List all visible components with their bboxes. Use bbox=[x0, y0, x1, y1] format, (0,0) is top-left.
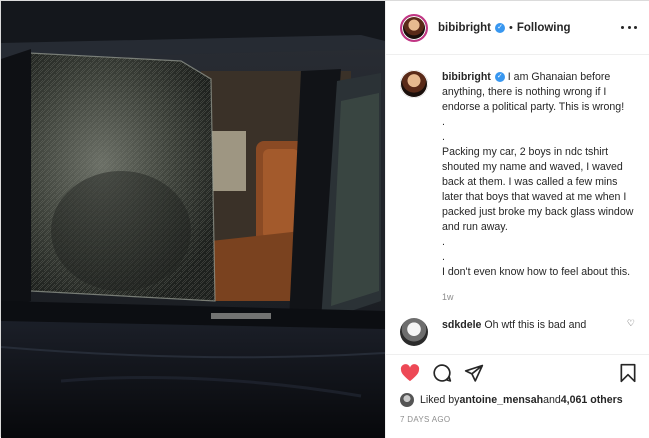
caption-body: bibibright ✓ I am Ghanaian before anythin… bbox=[442, 70, 637, 305]
heart-icon[interactable] bbox=[400, 364, 420, 382]
instagram-post: bibibright ✓ • Following bibibright ✓ I a… bbox=[0, 0, 649, 438]
comment-item: sdkdele Oh wtf this is bad and ♡ bbox=[400, 318, 637, 346]
caption-age: 1w bbox=[442, 292, 454, 302]
share-icon[interactable] bbox=[464, 363, 484, 383]
caption-text-block: bibibright ✓ I am Ghanaian before anythin… bbox=[442, 70, 637, 280]
comments-section[interactable]: bibibright ✓ I am Ghanaian before anythin… bbox=[386, 56, 649, 354]
liker-avatar[interactable] bbox=[400, 393, 414, 407]
following-button[interactable]: Following bbox=[517, 22, 571, 34]
commenter-avatar[interactable] bbox=[400, 318, 428, 346]
header-separator: • bbox=[509, 21, 513, 34]
post-time-ago[interactable]: 7 DAYS AGO bbox=[400, 415, 637, 424]
likes-count[interactable]: 4,061 others bbox=[561, 394, 623, 406]
caption-username[interactable]: bibibright bbox=[442, 71, 491, 83]
caption-avatar[interactable] bbox=[400, 70, 428, 98]
likes-prefix: Liked by bbox=[420, 394, 460, 406]
caption-text: I am Ghanaian before anything, there is … bbox=[442, 71, 634, 278]
caption: bibibright ✓ I am Ghanaian before anythin… bbox=[400, 70, 637, 305]
likes-middle: and bbox=[543, 394, 561, 406]
comment-like-icon[interactable]: ♡ bbox=[627, 318, 635, 329]
action-icons bbox=[400, 355, 637, 391]
comment-icon[interactable] bbox=[432, 363, 452, 383]
comment-text: Oh wtf this is bad and bbox=[481, 319, 587, 331]
post-photo[interactable] bbox=[1, 1, 385, 438]
liker-username[interactable]: antoine_mensah bbox=[459, 394, 543, 406]
comment-body: sdkdele Oh wtf this is bad and bbox=[442, 318, 586, 346]
post-side-panel: bibibright ✓ • Following bibibright ✓ I a… bbox=[385, 1, 649, 438]
comment-username[interactable]: sdkdele bbox=[442, 319, 481, 331]
caption-verified-badge-icon: ✓ bbox=[494, 72, 505, 83]
post-header: bibibright ✓ • Following bbox=[386, 1, 649, 55]
more-options-icon[interactable] bbox=[621, 19, 637, 35]
likes-summary: Liked by antoine_mensah and 4,061 others bbox=[400, 391, 637, 409]
smashed-car-window-photo bbox=[1, 1, 385, 438]
post-actions: Liked by antoine_mensah and 4,061 others… bbox=[386, 354, 649, 438]
author-avatar[interactable] bbox=[400, 13, 428, 42]
verified-badge-icon: ✓ bbox=[495, 22, 506, 33]
bookmark-icon[interactable] bbox=[619, 363, 637, 383]
author-username[interactable]: bibibright bbox=[438, 22, 491, 34]
